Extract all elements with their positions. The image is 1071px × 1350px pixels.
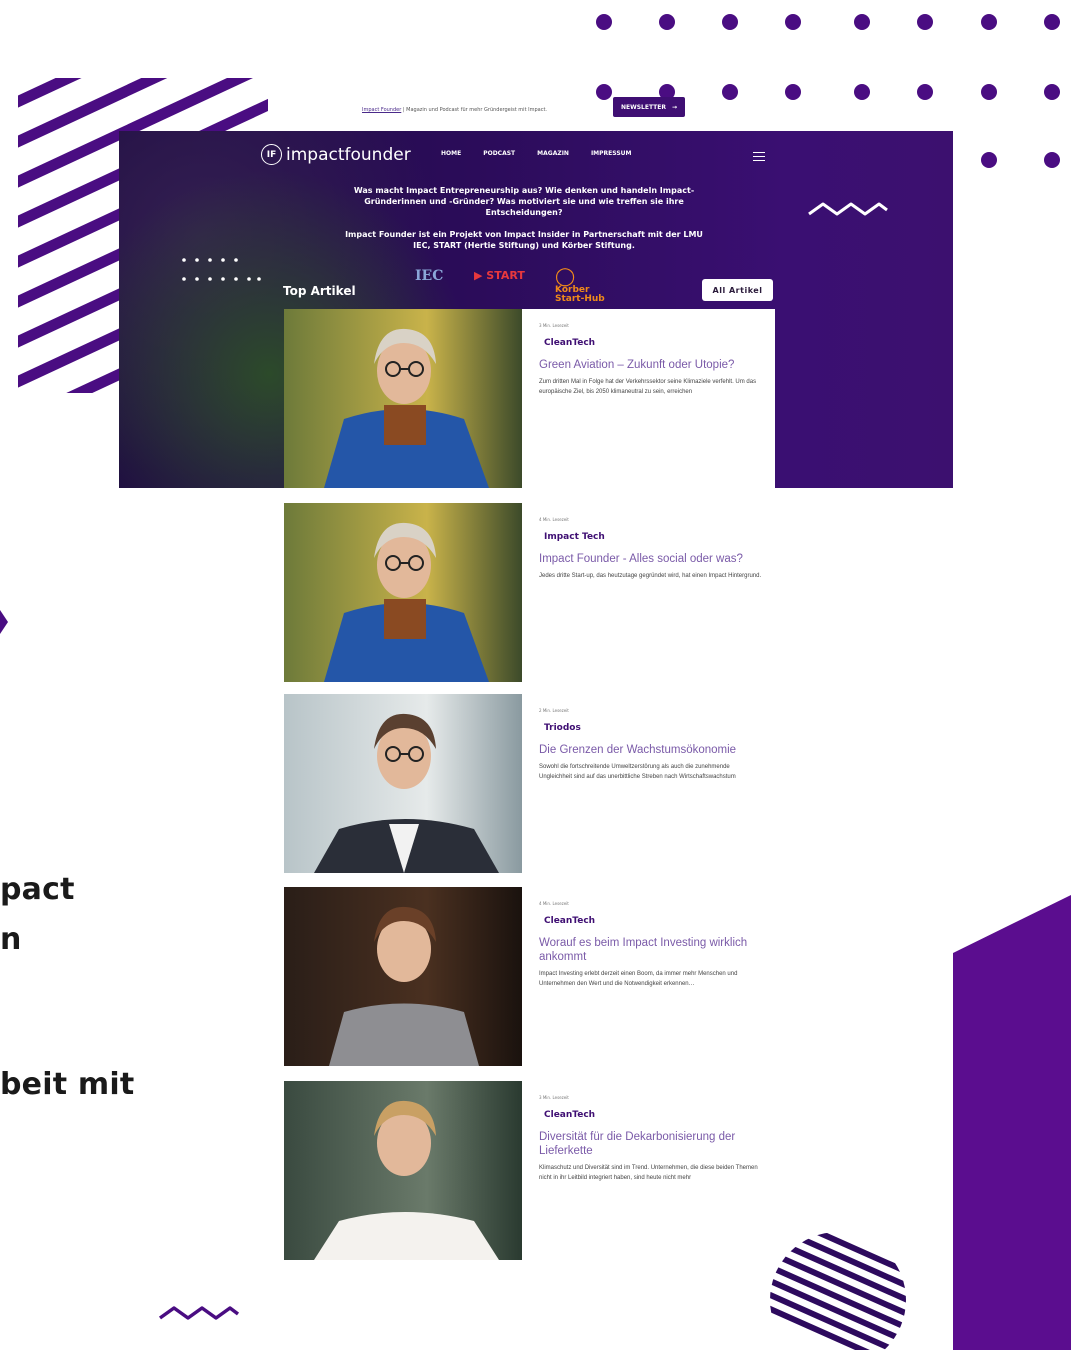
decorative-white-dots (182, 258, 261, 281)
article-image[interactable] (284, 309, 522, 488)
article-card-4[interactable]: 4 Min. Lesezeit CleanTech Worauf es beim… (284, 887, 775, 1066)
decorative-purple-slab (953, 895, 1071, 1350)
nav-home[interactable]: HOME (441, 150, 461, 157)
article-card-1[interactable]: 3 Min. Lesezeit CleanTech Green Aviation… (284, 309, 775, 488)
article-title[interactable]: Diversität für die Dekarbonisierung der … (539, 1130, 764, 1158)
main-nav: HOME PODCAST MAGAZIN IMPRESSUM (441, 150, 632, 157)
background-text-1: pact (0, 872, 75, 907)
partner-logo-start: ▶ START (474, 269, 525, 282)
hamburger-menu-icon[interactable] (753, 152, 765, 163)
article-title[interactable]: Worauf es beim Impact Investing wirklich… (539, 936, 764, 964)
article-card-3[interactable]: 2 Min. Lesezeit Triodos Die Grenzen der … (284, 694, 775, 873)
decorative-striped-circle (770, 1232, 906, 1350)
all-articles-button[interactable]: All Artikel (702, 279, 773, 301)
article-title[interactable]: Impact Founder - Alles social oder was? (539, 552, 764, 566)
logo-text: impactfounder (286, 144, 411, 165)
hero-intro: Was macht Impact Entrepreneurship aus? W… (345, 186, 703, 250)
newsletter-label: NEWSLETTER (620, 103, 666, 111)
article-excerpt: Jedes dritte Start-up, das heutzutage ge… (539, 573, 762, 579)
decorative-zigzag (808, 202, 888, 216)
background-text-3: beit mit (0, 1067, 135, 1102)
article-readtime: 3 Min. Lesezeit (539, 1095, 569, 1100)
site-topbar: Impact Founder | Magazin und Podcast für… (362, 100, 547, 120)
site-link[interactable]: Impact Founder (362, 107, 401, 113)
decorative-zigzag (158, 1306, 240, 1320)
site-logo[interactable]: IF impactfounder (261, 144, 411, 165)
article-readtime: 4 Min. Lesezeit (539, 517, 569, 522)
article-readtime: 3 Min. Lesezeit (539, 323, 569, 328)
partner-logo-koerber: ◯ Körber Start-Hub (555, 266, 605, 304)
article-card-5[interactable]: 3 Min. Lesezeit CleanTech Diversität für… (284, 1081, 775, 1260)
article-category[interactable]: CleanTech (544, 338, 764, 348)
article-image[interactable] (284, 887, 522, 1066)
article-category[interactable]: Impact Tech (544, 532, 764, 542)
article-excerpt: Impact Investing erlebt derzeit einen Bo… (539, 971, 738, 987)
nav-podcast[interactable]: PODCAST (483, 150, 515, 157)
article-readtime: 2 Min. Lesezeit (539, 708, 569, 713)
newsletter-button[interactable]: NEWSLETTER → (613, 97, 685, 117)
section-title: Top Artikel (283, 284, 356, 298)
background-text-2: n (0, 922, 22, 957)
article-category[interactable]: CleanTech (544, 1110, 764, 1120)
article-category[interactable]: Triodos (544, 723, 764, 733)
arrow-right-icon: → (672, 103, 678, 111)
article-card-2[interactable]: 4 Min. Lesezeit Impact Tech Impact Found… (284, 503, 775, 682)
decorative-chevron (0, 610, 8, 634)
site-tagline: | Magazin und Podcast für mehr Gründerge… (402, 107, 547, 113)
article-excerpt: Klimaschutz und Diversität sind im Trend… (539, 1165, 758, 1181)
nav-magazin[interactable]: MAGAZIN (537, 150, 569, 157)
article-image[interactable] (284, 1081, 522, 1260)
article-image[interactable] (284, 503, 522, 682)
nav-impressum[interactable]: IMPRESSUM (591, 150, 632, 157)
article-readtime: 4 Min. Lesezeit (539, 901, 569, 906)
article-excerpt: Zum dritten Mal in Folge hat der Verkehr… (539, 379, 757, 395)
article-excerpt: Sowohl die fortschreitende Umweltzerstör… (539, 764, 736, 780)
article-image[interactable] (284, 694, 522, 873)
logo-badge-icon: IF (261, 144, 282, 165)
article-title[interactable]: Die Grenzen der Wachstumsökonomie (539, 743, 764, 757)
article-category[interactable]: CleanTech (544, 916, 764, 926)
koerber-ring-icon: ◯ (555, 266, 576, 287)
article-title[interactable]: Green Aviation – Zukunft oder Utopie? (539, 358, 764, 372)
partner-logo-iec: IEC (415, 268, 444, 284)
